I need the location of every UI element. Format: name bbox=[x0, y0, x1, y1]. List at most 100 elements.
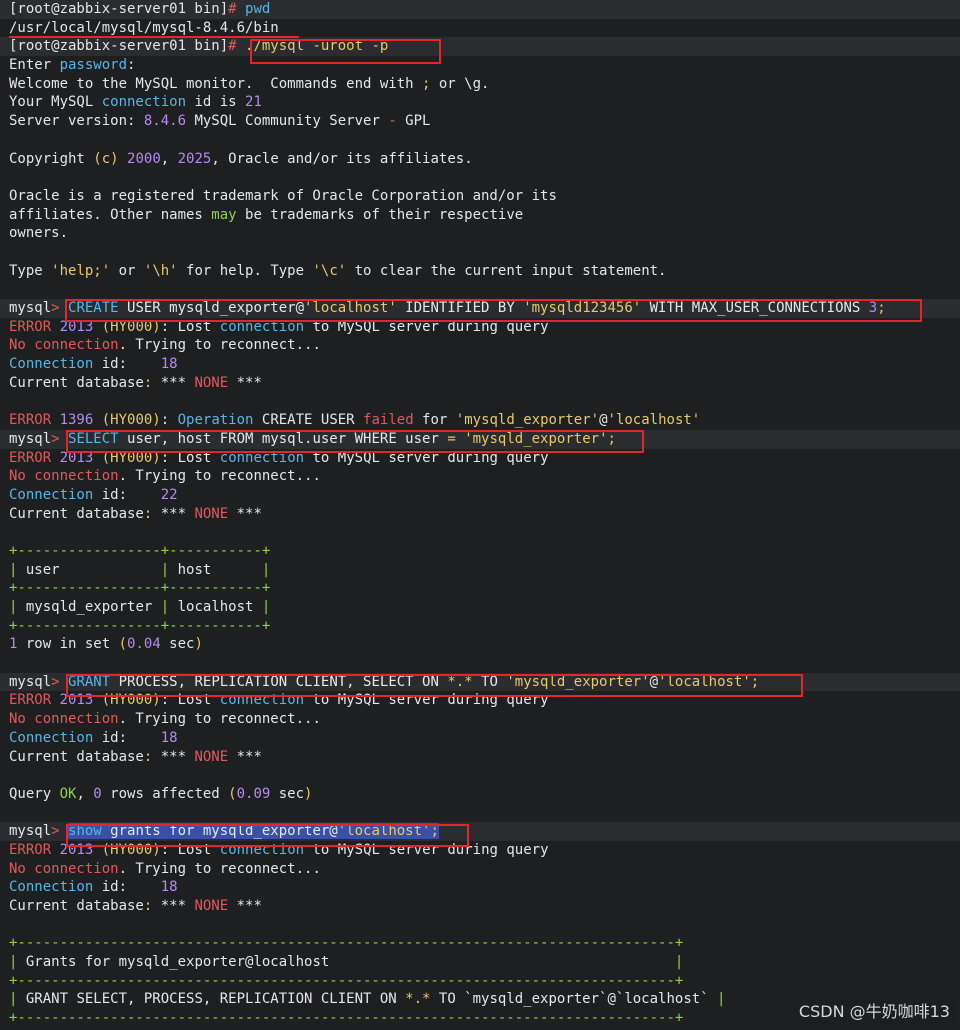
terminal-text-segment: Operation bbox=[177, 412, 254, 429]
terminal-text-segment: (HY000) bbox=[101, 318, 161, 335]
terminal-text-segment: : bbox=[127, 57, 136, 74]
terminal-text-segment: Oracle is a registered trademark of Orac… bbox=[9, 187, 557, 204]
terminal-line: Connection id: 18 bbox=[0, 355, 960, 374]
terminal-window[interactable]: [root@zabbix-server01 bin]# pwd/usr/loca… bbox=[0, 0, 960, 1030]
terminal-text-segment: 'localhost' bbox=[658, 673, 751, 690]
terminal-text-segment: Current database bbox=[9, 898, 144, 914]
terminal-text-segment: 2025 bbox=[177, 150, 212, 167]
terminal-text-segment: show bbox=[68, 823, 102, 840]
terminal-text-segment: *** bbox=[152, 505, 195, 522]
terminal-text-segment: ) bbox=[194, 636, 203, 653]
terminal-line: | mysqld_exporter | localhost | bbox=[0, 598, 960, 617]
terminal-text-segment: Current database bbox=[9, 505, 144, 522]
terminal-line: [root@zabbix-server01 bin]# ./mysql -uro… bbox=[0, 37, 960, 57]
csdn-watermark: CSDN @牛奶咖啡13 bbox=[794, 996, 954, 1024]
terminal-text-segment: CREATE USER bbox=[253, 412, 364, 429]
terminal-text-segment: NONE bbox=[194, 505, 229, 522]
terminal-text-segment: mysql bbox=[9, 430, 52, 447]
terminal-text-segment: localhost bbox=[169, 599, 262, 615]
terminal-line: 1 row in set (0.04 sec) bbox=[0, 635, 960, 654]
terminal-text-segment: | bbox=[261, 599, 271, 615]
terminal-text-segment: ( bbox=[228, 785, 237, 802]
terminal-text-segment: : Lost bbox=[160, 841, 220, 858]
terminal-text-segment: WITH MAX_USER_CONNECTIONS bbox=[641, 300, 869, 316]
terminal-text-segment: be trademarks of their respective bbox=[236, 206, 524, 223]
terminal-text-segment: CREATE bbox=[68, 300, 119, 316]
terminal-text-segment: : Lost bbox=[160, 449, 220, 466]
terminal-text-segment: ; bbox=[607, 430, 616, 447]
terminal-text-segment: Server version: bbox=[9, 113, 144, 130]
terminal-text-segment: mysql bbox=[9, 300, 52, 316]
terminal-line: +---------------------------------------… bbox=[0, 972, 960, 991]
terminal-line: Query OK, 0 rows affected (0.09 sec) bbox=[0, 785, 960, 804]
terminal-line: affiliates. Other names may be trademark… bbox=[0, 206, 960, 225]
terminal-text-segment: for help. Type bbox=[177, 262, 313, 279]
terminal-text-segment: 'help;' bbox=[51, 262, 111, 279]
terminal-line: +-----------------+-----------+ bbox=[0, 617, 960, 636]
terminal-text-segment: *** bbox=[152, 748, 195, 765]
terminal-text-segment: connection bbox=[219, 449, 305, 466]
terminal-text-segment: . Trying to reconnect... bbox=[118, 337, 321, 354]
terminal-line: ERROR 2013 (HY000): Lost connection to M… bbox=[0, 449, 960, 468]
terminal-text-segment: : bbox=[160, 412, 178, 429]
terminal-text-segment: , Oracle and/or its affiliates. bbox=[211, 150, 473, 167]
terminal-text-segment: | bbox=[674, 954, 684, 971]
terminal-text-segment: 'mysqld123456' bbox=[523, 300, 642, 316]
terminal-text-segment: connection bbox=[219, 692, 305, 709]
terminal-text-segment: to MySQL server during query bbox=[304, 318, 549, 335]
terminal-text-segment: 'localhost' bbox=[607, 412, 701, 429]
terminal-line: Copyright (c) 2000, 2025, Oracle and/or … bbox=[0, 150, 960, 169]
terminal-text-segment: > bbox=[51, 673, 69, 690]
terminal-text-segment: Grants for mysqld_exporter@localhost bbox=[17, 954, 675, 971]
terminal-text-segment: | bbox=[717, 991, 726, 1008]
terminal-text-segment: connection bbox=[101, 94, 187, 111]
terminal-text-segment: 2013 bbox=[59, 449, 94, 466]
terminal-line: | Grants for mysqld_exporter@localhost | bbox=[0, 953, 960, 972]
terminal-line: /usr/local/mysql/mysql-8.4.6/bin bbox=[0, 19, 960, 38]
terminal-text-segment: 'mysqld_exporter' bbox=[464, 430, 608, 447]
terminal-text-segment: No connection bbox=[9, 337, 119, 354]
terminal-text-segment: 18 bbox=[160, 729, 178, 746]
terminal-text-segment: (HY000) bbox=[101, 449, 161, 466]
terminal-text-segment: NONE bbox=[194, 374, 229, 391]
terminal-text-segment: | bbox=[160, 599, 170, 615]
terminal-text-segment: '\h' bbox=[143, 262, 178, 279]
terminal-text-segment: | bbox=[261, 561, 271, 578]
terminal-text-segment: 18 bbox=[160, 356, 178, 373]
terminal-text-segment: [root@zabbix-server01 bin] bbox=[9, 1, 229, 17]
terminal-text-segment: No connection bbox=[9, 468, 119, 485]
terminal-text-segment: Connection bbox=[9, 486, 94, 503]
terminal-line: Connection id: 18 bbox=[0, 729, 960, 748]
terminal-line: ERROR 1396 (HY000): Operation CREATE USE… bbox=[0, 411, 960, 430]
terminal-text-segment: ) bbox=[304, 785, 313, 802]
terminal-text-segment: Welcome to the MySQL monitor. Commands e… bbox=[9, 75, 423, 92]
terminal-text-segment: id: bbox=[93, 356, 161, 373]
terminal-text-segment: +-----------------+-----------+ bbox=[9, 617, 271, 634]
terminal-text-segment: Enter bbox=[9, 57, 60, 74]
terminal-text-segment: 22 bbox=[160, 486, 178, 503]
terminal-text-segment: 0.09 bbox=[236, 785, 271, 802]
terminal-text-segment: +---------------------------------------… bbox=[9, 935, 684, 952]
terminal-text-segment: > bbox=[51, 430, 69, 447]
terminal-text-segment: 3 bbox=[868, 300, 878, 316]
terminal-text-segment: 2013 bbox=[59, 318, 94, 335]
terminal-text-segment: sec bbox=[160, 636, 195, 653]
terminal-text-segment: 2013 bbox=[59, 841, 94, 858]
terminal-text-segment: , bbox=[76, 785, 94, 802]
terminal-line: mysql> GRANT PROCESS, REPLICATION CLIENT… bbox=[0, 672, 960, 692]
terminal-line: Current database: *** NONE *** bbox=[0, 897, 960, 916]
terminal-text-segment: id: bbox=[93, 729, 161, 746]
terminal-text-segment: No connection bbox=[9, 711, 119, 728]
terminal-text-segment: *** bbox=[228, 505, 262, 522]
terminal-line: mysql> SELECT user, host FROM mysql.user… bbox=[0, 429, 960, 449]
terminal-text-segment: > bbox=[51, 300, 69, 316]
terminal-text-segment: 0 bbox=[93, 785, 102, 802]
terminal-text-segment: Copyright bbox=[9, 150, 94, 167]
